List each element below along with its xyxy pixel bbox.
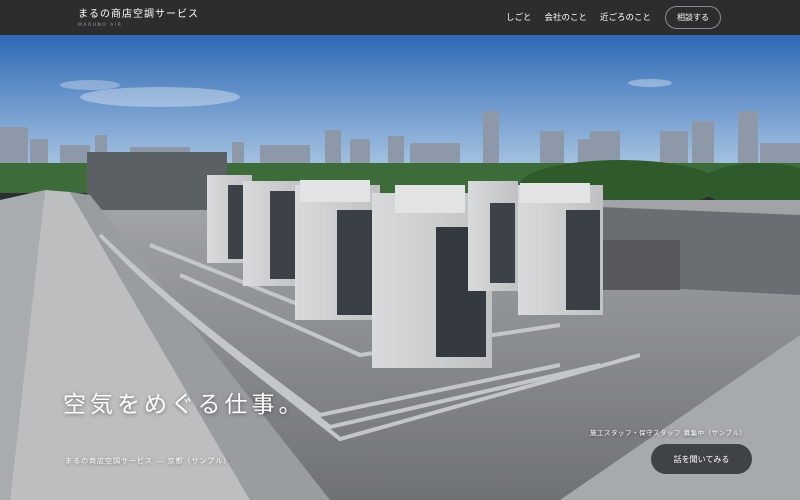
hero-caption: まるの商店空調サービス — 京都（サンプル） [65,457,232,465]
main-nav: しごと 会社のこと 近ごろのこと [506,12,651,24]
hero-headline: 空気をめぐる仕事。 [63,392,306,418]
hero-section: 空気をめぐる仕事。 まるの商店空調サービス — 京都（サンプル） 施工スタッフ・… [0,35,800,500]
brand-subtitle: MARUNO AIR [78,23,123,28]
nav-link-company[interactable]: 会社のこと [544,12,587,24]
site-logo[interactable]: まるの商店空調サービス MARUNO AIR [78,9,199,29]
recruit-notice: 施工スタッフ・保守スタッフ 募集中（サンプル） [590,429,747,437]
site-header: まるの商店空調サービス MARUNO AIR しごと 会社のこと 近ごろのこと … [0,0,800,35]
nav-link-work[interactable]: しごと [506,12,532,24]
listen-button[interactable]: 話を聞いてみる [651,444,752,474]
nav-link-news[interactable]: 近ごろのこと [600,12,651,24]
brand-name: まるの商店空調サービス [78,9,199,20]
consult-button[interactable]: 相談する [665,6,721,29]
